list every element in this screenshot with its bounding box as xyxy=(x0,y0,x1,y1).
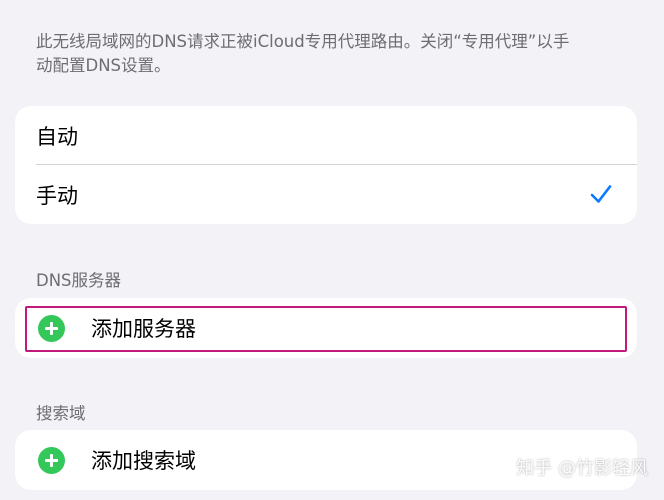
checkmark-icon xyxy=(590,185,612,203)
dns-mode-manual-label: 手动 xyxy=(36,183,78,208)
add-server-button[interactable]: 添加服务器 xyxy=(15,298,637,358)
dns-servers-group: 添加服务器 xyxy=(15,298,637,358)
search-domains-header: 搜索域 xyxy=(36,404,86,423)
private-relay-note: 此无线局域网的DNS请求正被iCloud专用代理路由。关闭“专用代理”以手 动配… xyxy=(36,30,626,78)
zhihu-watermark: 知乎 @竹影轻风 xyxy=(516,458,648,479)
dns-servers-header: DNS服务器 xyxy=(36,271,122,290)
dns-settings-screen: 此无线局域网的DNS请求正被iCloud专用代理路由。关闭“专用代理”以手 动配… xyxy=(0,0,664,500)
note-line-2: 动配置DNS设置。 xyxy=(36,56,171,75)
add-circle-icon xyxy=(38,447,65,474)
dns-mode-group: 自动 手动 xyxy=(15,106,637,224)
dns-mode-automatic-label: 自动 xyxy=(36,124,78,149)
add-circle-icon xyxy=(38,315,65,342)
add-search-domain-label: 添加搜索域 xyxy=(91,449,196,473)
add-server-label: 添加服务器 xyxy=(91,317,196,341)
note-line-1: 此无线局域网的DNS请求正被iCloud专用代理路由。关闭“专用代理”以手 xyxy=(36,32,570,51)
dns-mode-manual[interactable]: 手动 xyxy=(15,165,637,224)
dns-mode-automatic[interactable]: 自动 xyxy=(15,106,637,165)
